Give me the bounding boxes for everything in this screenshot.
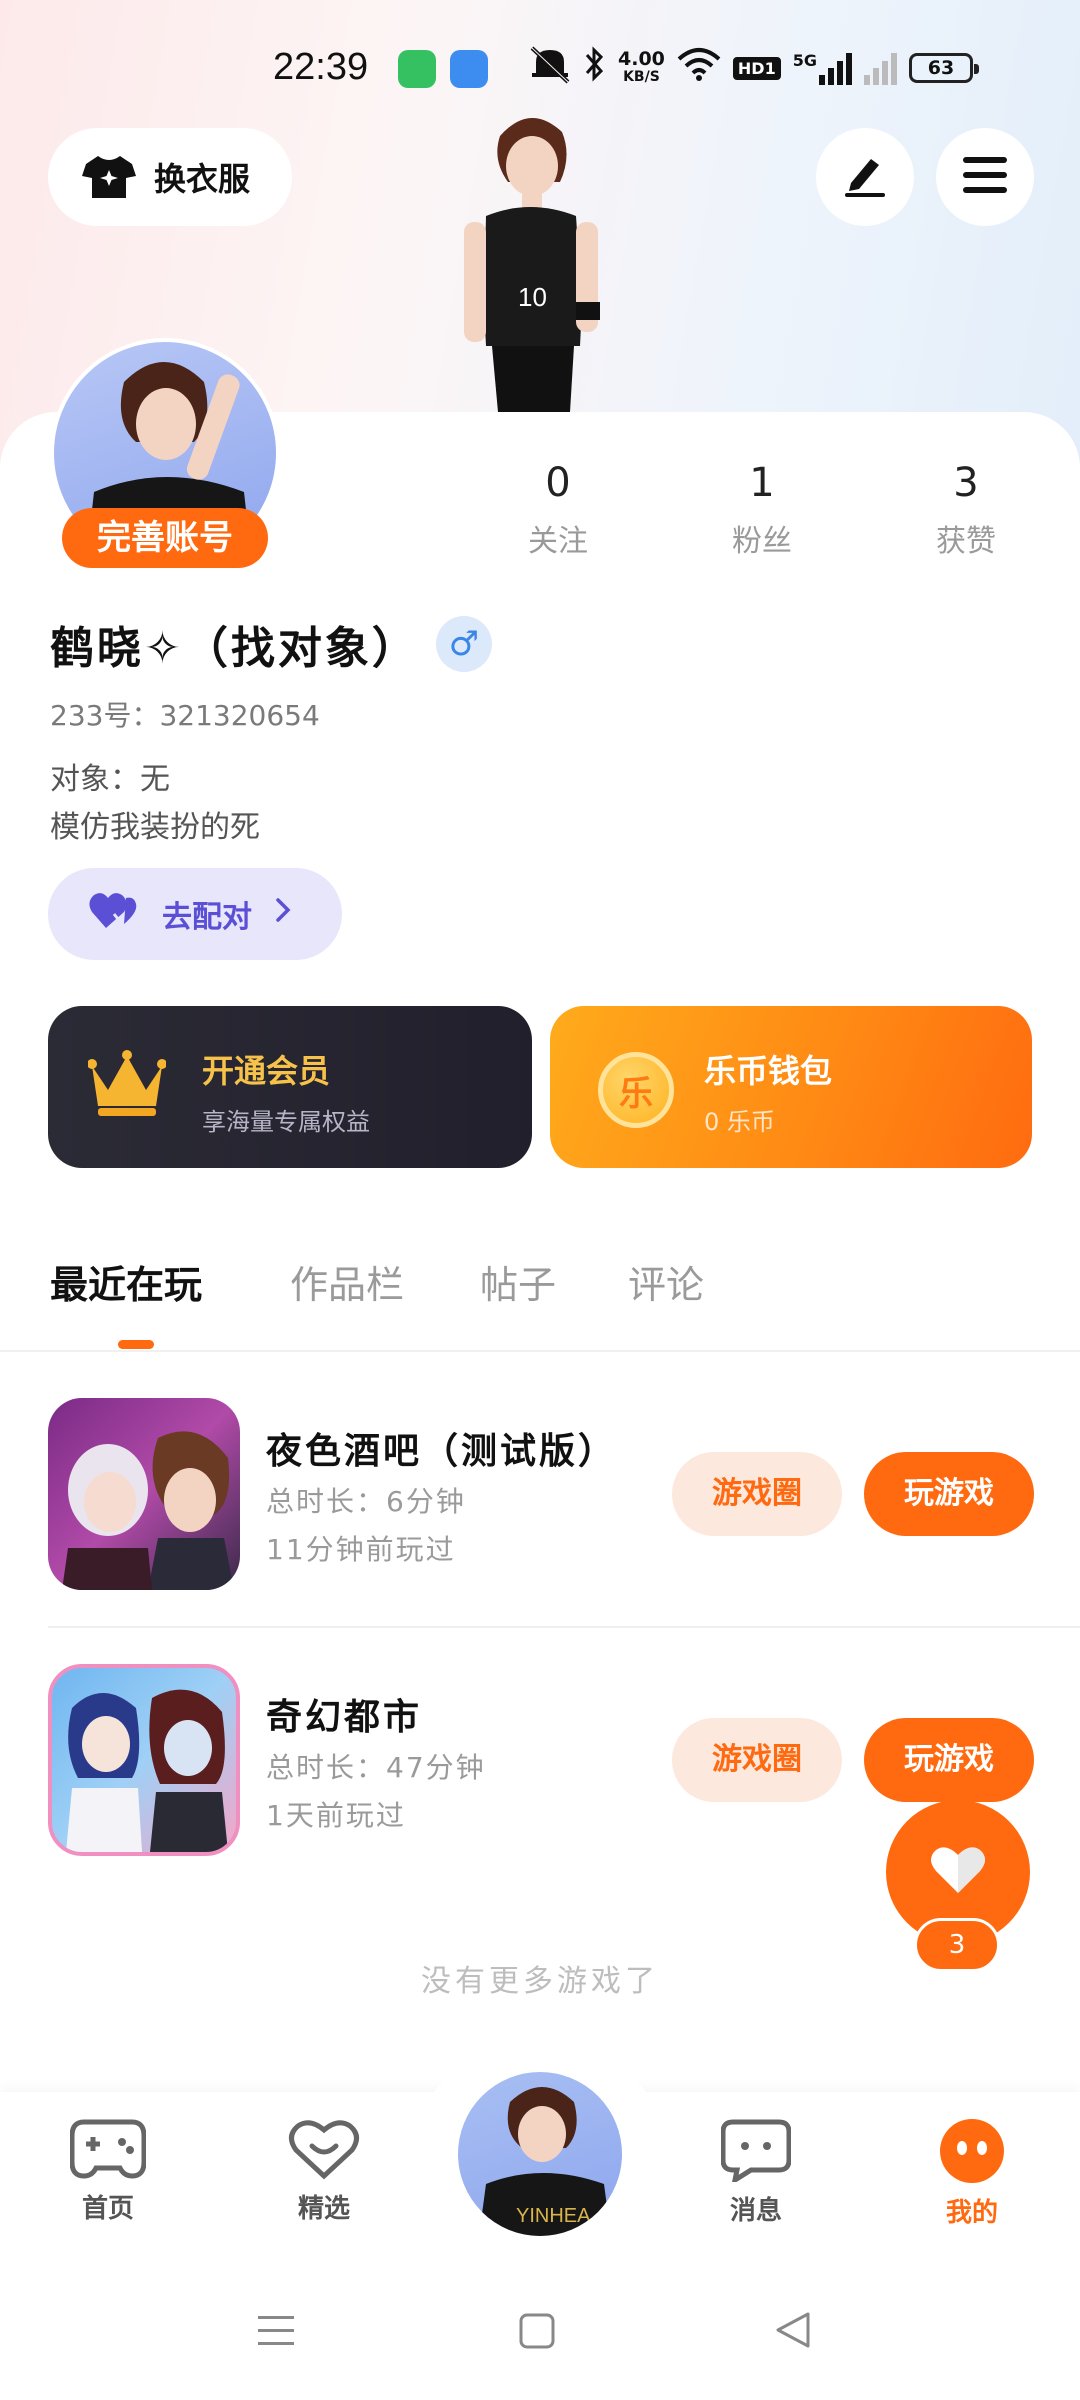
no-more-games-text: 没有更多游戏了 <box>421 1964 659 1999</box>
bluetooth-icon <box>584 45 606 91</box>
network-type: 5G <box>792 51 817 70</box>
male-gender-icon: ♂ <box>436 616 492 672</box>
nav-messages-label: 消息 <box>729 2196 782 2226</box>
game-circle-button[interactable]: 游戏圈 <box>672 1718 842 1802</box>
nav-home[interactable]: 首页 <box>48 2118 168 2225</box>
game-title: 奇幻都市 <box>266 1697 423 1738</box>
stat-likes-label: 获赞 <box>936 524 996 559</box>
change-outfit-label: 换衣服 <box>154 160 251 198</box>
signal-strength-icon <box>818 51 852 85</box>
stat-likes-value: 3 <box>953 460 979 506</box>
gamepad-icon <box>69 2119 147 2184</box>
wifi-icon <box>677 47 721 89</box>
camera-notification-icon <box>450 50 488 88</box>
coin-wallet-card[interactable]: 乐 乐币钱包 0 乐币 <box>550 1006 1032 1168</box>
profile-name: 鹤晓✧（找对象） <box>50 623 419 674</box>
tabs-divider <box>0 1350 1080 1352</box>
game-duration: 总时长：6分钟 <box>266 1485 466 1518</box>
stat-following-label: 关注 <box>528 524 588 559</box>
partner-status: 对象：无 <box>50 762 170 797</box>
like-count-badge: 3 <box>914 1918 1000 1972</box>
go-match-button[interactable]: 去配对 <box>48 868 342 960</box>
play-game-button[interactable]: 玩游戏 <box>864 1718 1034 1802</box>
play-game-button[interactable]: 玩游戏 <box>864 1452 1034 1536</box>
status-bar: 22:39 4.00 KB/S HD1 5G 63 <box>0 40 1080 96</box>
avatar-3d-figure[interactable]: 10 <box>440 106 620 412</box>
edit-profile-button[interactable] <box>816 128 914 226</box>
wallet-subtitle: 0 乐币 <box>704 1108 775 1136</box>
game-duration: 总时长：47分钟 <box>266 1751 486 1784</box>
game-last-played: 11分钟前玩过 <box>266 1533 456 1566</box>
hamburger-menu-icon <box>961 155 1009 199</box>
wallet-title: 乐币钱包 <box>704 1052 833 1090</box>
game-last-played: 1天前玩过 <box>266 1799 406 1832</box>
battery-indicator: 63 <box>908 53 979 83</box>
row-divider <box>48 1626 1080 1628</box>
nav-featured-label: 精选 <box>297 2194 350 2224</box>
active-tab-indicator <box>118 1340 154 1349</box>
coin-icon: 乐 <box>598 1052 674 1128</box>
user-id: 233号：321320654 <box>50 699 320 732</box>
tshirt-icon <box>82 154 136 200</box>
recent-apps-icon[interactable] <box>256 2312 296 2352</box>
heart-pair-icon <box>88 890 140 938</box>
game-title: 夜色酒吧（测试版） <box>266 1431 618 1472</box>
network-speed-value: 4.00 <box>618 48 665 70</box>
svg-text:10: 10 <box>518 282 547 312</box>
stat-followers-label: 粉丝 <box>732 524 792 559</box>
nav-messages[interactable]: 消息 <box>696 2118 816 2227</box>
app-notification-icon <box>398 50 436 88</box>
nav-me-label: 我的 <box>945 2198 998 2228</box>
nav-home-label: 首页 <box>81 2194 134 2224</box>
svg-text:YINHEA: YINHEA <box>516 2205 591 2227</box>
stat-followers[interactable]: 1 粉丝 <box>692 456 832 560</box>
pen-icon <box>841 151 889 203</box>
vip-membership-card[interactable]: 开通会员 享海量专属权益 <box>48 1006 532 1168</box>
nav-featured[interactable]: 精选 <box>264 2118 384 2225</box>
stat-following-value: 0 <box>545 460 571 506</box>
vip-subtitle: 享海量专属权益 <box>202 1108 370 1136</box>
tab-recently-played[interactable]: 最近在玩 <box>50 1254 202 1309</box>
heart-outline-icon <box>288 2120 360 2184</box>
heart-icon <box>930 1845 986 1899</box>
mute-icon <box>528 44 572 92</box>
crown-icon <box>87 1050 167 1124</box>
game-thumbnail[interactable] <box>48 1664 240 1856</box>
game-thumbnail[interactable] <box>48 1398 240 1590</box>
chat-bubble-icon <box>720 2119 792 2186</box>
coin-glyph: 乐 <box>619 1073 653 1114</box>
tab-posts[interactable]: 帖子 <box>480 1254 556 1309</box>
status-time: 22:39 <box>273 46 369 88</box>
network-speed-unit: KB/S <box>623 69 660 85</box>
complete-account-badge[interactable]: 完善账号 <box>62 508 268 568</box>
home-square-icon[interactable] <box>518 2312 556 2354</box>
hd-badge: HD1 <box>732 56 781 80</box>
list-item[interactable]: 夜色酒吧（测试版） 总时长：6分钟 11分钟前玩过 游戏圈 玩游戏 <box>0 1398 1080 1638</box>
profile-bio: 模仿我装扮的死 <box>50 810 260 845</box>
face-icon <box>939 2119 1005 2188</box>
vip-title: 开通会员 <box>202 1052 331 1090</box>
signal-sim2-icon <box>863 51 897 85</box>
menu-button[interactable] <box>936 128 1034 226</box>
game-circle-button[interactable]: 游戏圈 <box>672 1452 842 1536</box>
tab-comments[interactable]: 评论 <box>628 1254 704 1309</box>
stat-following[interactable]: 0 关注 <box>488 456 628 560</box>
tab-works[interactable]: 作品栏 <box>290 1254 404 1309</box>
nav-center-avatar[interactable]: YINHEA <box>454 2068 626 2240</box>
stat-followers-value: 1 <box>749 460 775 506</box>
stat-likes[interactable]: 3 获赞 <box>896 456 1036 560</box>
go-match-label: 去配对 <box>162 900 252 935</box>
change-outfit-button[interactable]: 换衣服 <box>48 128 292 226</box>
network-speed: 4.00 KB/S <box>618 50 665 86</box>
back-triangle-icon[interactable] <box>774 2310 812 2354</box>
system-navigation-bar <box>0 2268 1080 2400</box>
nav-me[interactable]: 我的 <box>912 2118 1032 2229</box>
chevron-right-icon <box>274 896 292 932</box>
